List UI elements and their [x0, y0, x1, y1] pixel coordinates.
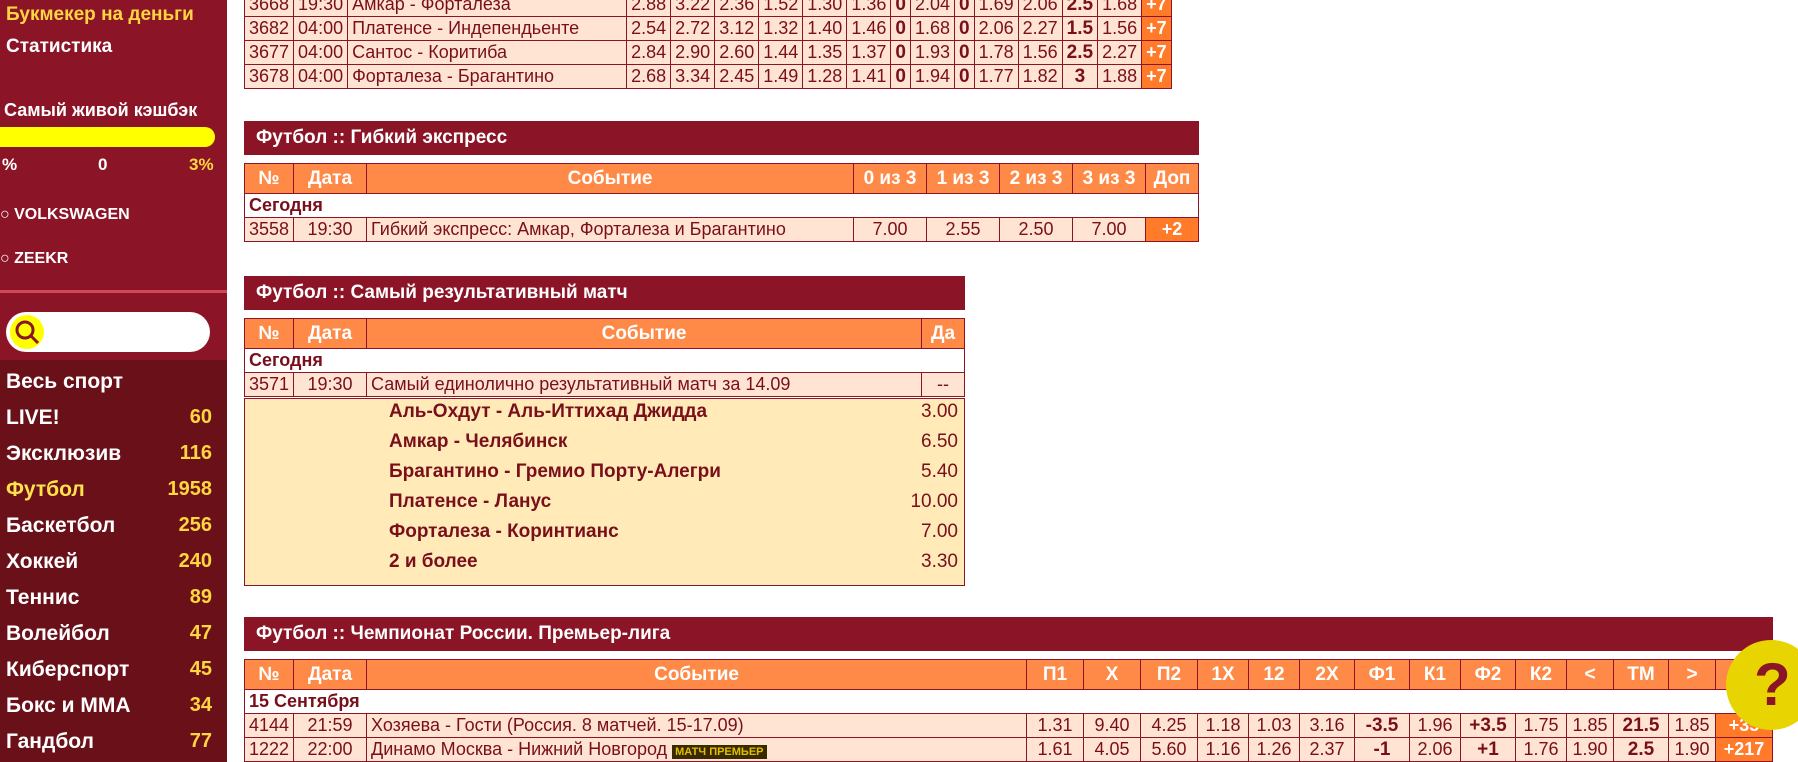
sport-list: Весь спорт LIVE! 60 Эксклюзив 116 Футбол 19…	[0, 360, 227, 762]
top-odds-table: 3668 19:30 Амкар - Фортaлеза 2.88 3.22 2.36 1…	[243, 0, 1172, 89]
table-row: 3677 04:00 Сантос - Коритиба 2.84 2.90 2.60 1…	[243, 40, 1172, 65]
cashback-title: Самый живой кэшбэк	[4, 100, 198, 120]
scoring-title: Футбол :: Самый результативный матч	[244, 276, 965, 310]
sport-item-boxing-mma[interactable]: Бокс и ММА 34	[6, 694, 212, 724]
day-label: Сегодня	[244, 348, 965, 373]
sidebar-link-stats[interactable]: Статистика	[6, 36, 112, 58]
sport-item-volleyball[interactable]: Волейбол 47	[6, 622, 212, 652]
express-table: № Дата Событие 0 из 3 1 из 3 2 из 3 3 из…	[243, 163, 1199, 242]
sport-item-handball[interactable]: Гандбол 77	[6, 730, 212, 760]
scoring-block: Футбол :: Самый результативный матч № Да…	[243, 276, 965, 586]
cashback-progress-bar	[0, 127, 215, 147]
rpl-title: Футбол :: Чемпионат России. Премьер-лига	[244, 617, 1773, 651]
list-item[interactable]: Амкар - Челябинск 6.50	[245, 431, 964, 461]
day-label: 15 Сентября	[244, 689, 1773, 714]
scoring-table: № Дата Событие Да Сегодня 3571 19:30 Сам…	[243, 318, 965, 397]
search-icon[interactable]	[10, 315, 44, 349]
car-volkswagen: ○ VOLKSWAGEN	[0, 206, 130, 223]
sidebar: Букмекер на деньги Статистика Самый живо…	[0, 0, 227, 762]
sport-item-exclusive[interactable]: Эксклюзив 116	[6, 442, 212, 472]
list-item[interactable]: Платенсе - Ланус 10.00	[245, 491, 964, 521]
table-row: 1222 22:00 Динамо Москва - Нижний Новгоро…	[243, 737, 1773, 762]
sport-item-basketball[interactable]: Баскетбол 256	[6, 514, 212, 544]
table-row: 4144 21:59 Хозяева - Гости (Россия. 8 матч…	[243, 713, 1773, 738]
sport-item-all[interactable]: Весь спорт	[6, 370, 212, 400]
list-item[interactable]: Аль-Охдут - Аль-Иттихад Джидда 3.00	[245, 401, 964, 431]
sport-item-esports[interactable]: Киберспорт 45	[6, 658, 212, 688]
cashback-left: %	[2, 155, 18, 174]
rpl-block: Футбол :: Чемпионат России. Премьер-лига…	[243, 617, 1773, 762]
scoring-options: Аль-Охдут - Аль-Иттихад Джидда 3.00 Амкар…	[244, 398, 965, 586]
cashback-right: 3%	[189, 155, 214, 174]
table-row: 3571 19:30 Самый единолично результативн…	[243, 372, 965, 397]
express-block: Футбол :: Гибкий экспресс № Дата Событие…	[243, 121, 1199, 242]
sport-item-football[interactable]: Футбол 1958	[6, 478, 212, 508]
sidebar-divider	[0, 290, 227, 293]
sport-item-live[interactable]: LIVE! 60	[6, 406, 212, 436]
table-row: 3678 04:00 Форталеза - Брагантино 2.68 3.34…	[243, 64, 1172, 89]
match-premier-badge: МАТЧ ПРЕМЬЕР	[672, 745, 767, 759]
cashback-mid: 0	[98, 155, 108, 174]
car-zeekr: ○ ZEEKR	[0, 250, 69, 267]
table-row: 3682 04:00 Платенсе - Индепендьенте 2.54 2.…	[243, 16, 1172, 41]
table-row: 3558 19:30 Гибкий экспресс: Амкар, Форта…	[243, 217, 1199, 242]
list-item[interactable]: 2 и более 3.30	[245, 551, 964, 581]
sport-item-hockey[interactable]: Хоккей 240	[6, 550, 212, 580]
search-box[interactable]	[6, 312, 210, 352]
list-item[interactable]: Форталеза - Коринтианс 7.00	[245, 521, 964, 551]
table-row: 3668 19:30 Амкар - Фортaлеза 2.88 3.22 2.36 1…	[243, 0, 1172, 17]
sidebar-link-bookmaker[interactable]: Букмекер на деньги	[6, 4, 194, 26]
day-label: Сегодня	[244, 193, 1199, 218]
sport-item-tennis[interactable]: Теннис 89	[6, 586, 212, 616]
express-title: Футбол :: Гибкий экспресс	[244, 121, 1199, 155]
rpl-table: № Дата Событие П1 Х П2 1Х 12 2Х Ф1 К1 Ф2…	[243, 659, 1773, 762]
list-item[interactable]: Брагантино - Гремио Порту-Алегри 5.40	[245, 461, 964, 491]
